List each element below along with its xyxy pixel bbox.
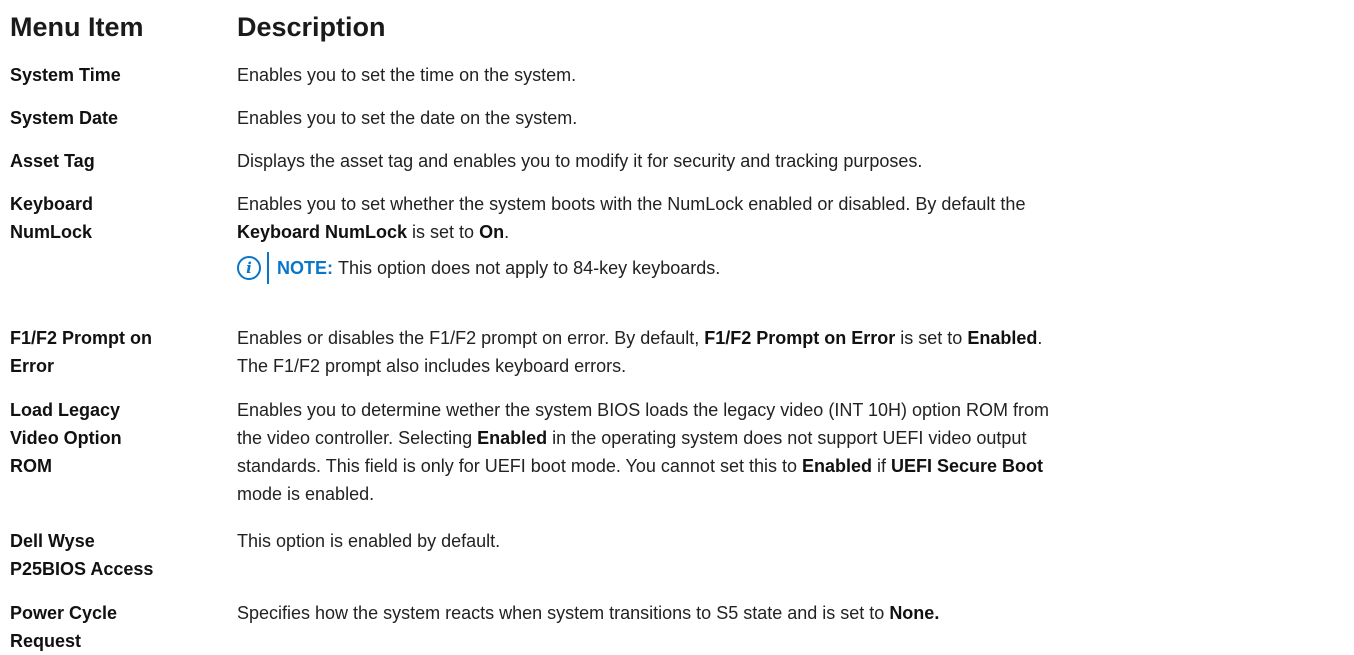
desc-text: Enables or disables the F1/F2 prompt on … (237, 328, 705, 348)
item-line: P25BIOS Access (10, 559, 154, 579)
description-f1f2-prompt: Enables or disables the F1/F2 prompt on … (237, 324, 1349, 380)
header-description: Description (237, 12, 386, 42)
desc-line: The F1/F2 prompt also includes keyboard … (237, 356, 627, 376)
menu-item-system-time: System Time (10, 65, 121, 85)
desc-text: . (1037, 328, 1043, 348)
item-line: F1/F2 Prompt on (10, 328, 153, 348)
item-line: Power Cycle (10, 603, 118, 623)
desc-text: Enables you to set whether the system bo… (237, 194, 1026, 214)
desc-line: mode is enabled. (237, 484, 375, 504)
menu-item-f1f2-prompt: F1/F2 Prompt on Error (10, 324, 225, 380)
info-icon: i (237, 256, 261, 280)
description-system-time: Enables you to set the time on the syste… (237, 65, 577, 85)
header-menu-item: Menu Item (10, 12, 144, 42)
menu-item-keyboard-numlock: Keyboard NumLock (10, 190, 225, 246)
desc-bold: Enabled (801, 456, 872, 476)
desc-text: . (504, 222, 510, 242)
menu-item-asset-tag: Asset Tag (10, 151, 95, 171)
desc-line: Enables you to determine wether the syst… (237, 400, 1050, 420)
description-power-cycle-request: Specifies how the system reacts when sys… (237, 599, 1349, 627)
item-line: Load Legacy (10, 400, 121, 420)
note-divider (267, 252, 269, 284)
description-keyboard-numlock: Enables you to set whether the system bo… (237, 190, 1349, 284)
description-dell-wyse-access: This option is enabled by default. (237, 531, 501, 551)
menu-item-dell-wyse-access: Dell Wyse P25BIOS Access (10, 527, 225, 583)
desc-text: if (872, 456, 892, 476)
description-system-date: Enables you to set the date on the syste… (237, 108, 578, 128)
item-line: Video Option (10, 428, 122, 448)
note-box: i NOTE: This option does not apply to 84… (237, 252, 1349, 284)
desc-text: is set to (895, 328, 968, 348)
item-line: Request (10, 631, 82, 651)
menu-item-power-cycle-request: Power Cycle Request (10, 599, 225, 655)
desc-bold: F1/F2 Prompt on Error (704, 328, 896, 348)
desc-bold: On (479, 222, 505, 242)
item-line: Dell Wyse (10, 531, 95, 551)
desc-text: the video controller. Selecting (237, 428, 478, 448)
item-line: Error (10, 356, 55, 376)
desc-bold: Keyboard NumLock (237, 222, 408, 242)
desc-bold: UEFI Secure Boot (891, 456, 1044, 476)
note-label: NOTE: (277, 258, 333, 278)
desc-text: Specifies how the system reacts when sys… (237, 603, 890, 623)
menu-item-load-legacy-video: Load Legacy Video Option ROM (10, 396, 225, 480)
desc-bold: Enabled (477, 428, 548, 448)
desc-bold: None. (889, 603, 940, 623)
item-line: Keyboard (10, 194, 94, 214)
desc-text: is set to (407, 222, 480, 242)
description-asset-tag: Displays the asset tag and enables you t… (237, 151, 923, 171)
desc-text: in the operating system does not support… (547, 428, 1027, 448)
item-line: NumLock (10, 222, 93, 242)
note-text: This option does not apply to 84-key key… (338, 258, 721, 278)
desc-bold: Enabled (967, 328, 1038, 348)
description-load-legacy-video: Enables you to determine wether the syst… (237, 396, 1349, 508)
desc-text: standards. This field is only for UEFI b… (237, 456, 802, 476)
menu-item-system-date: System Date (10, 108, 119, 128)
item-line: ROM (10, 456, 52, 476)
